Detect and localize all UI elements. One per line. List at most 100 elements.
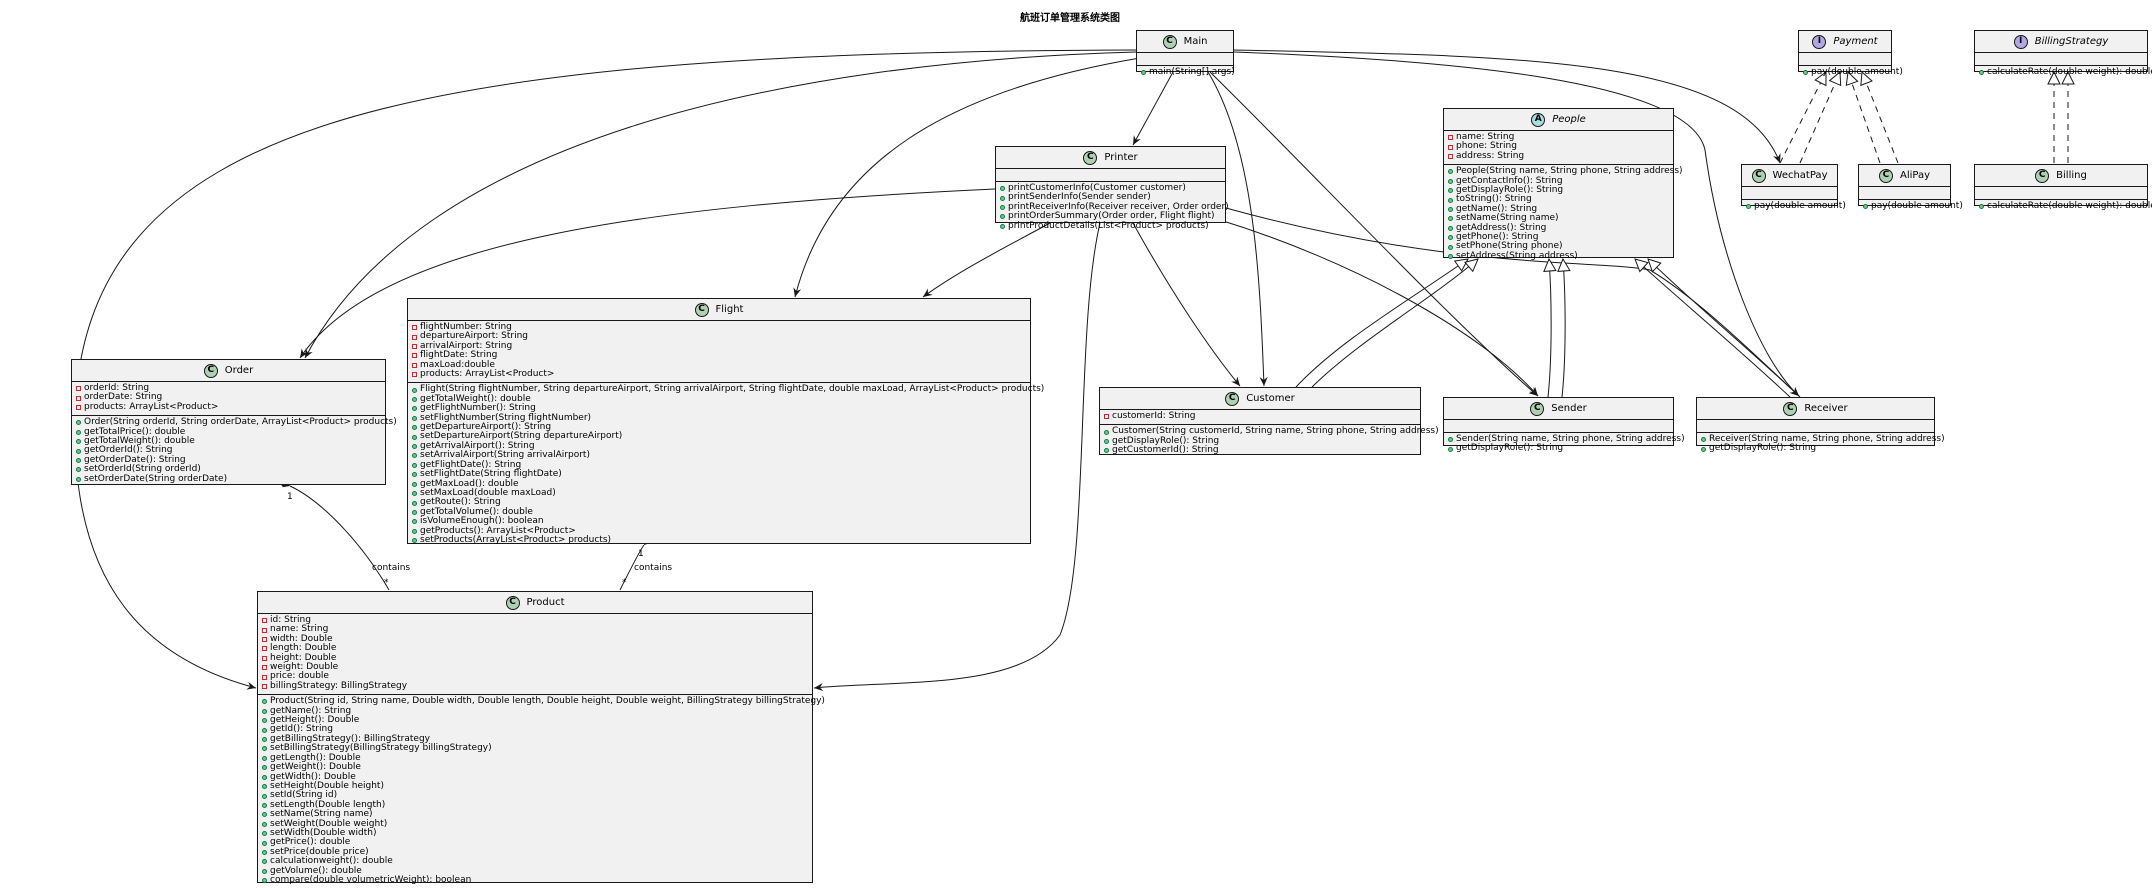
class-name: Product [526,597,565,608]
class-header: C Product [258,592,812,614]
class-order[interactable]: C Order orderId: String orderDate: String pr… [71,359,397,487]
abstract-class-badge-icon: A [1531,112,1546,127]
public-visibility-icon [262,737,267,743]
public-visibility-icon [1803,70,1808,76]
method-row: setProducts(ArrayList<Product> products) [412,534,1026,545]
private-visibility-icon [262,618,267,624]
class-sender[interactable]: C Sender Sender(String name, String phone,… [1443,397,1685,453]
class-badge-icon: C [1530,401,1545,416]
field-text: customerId: String [1112,411,1196,421]
multiplicity-part: * [384,578,389,588]
public-visibility-icon [262,708,267,714]
fields-section: customerId: String [1100,410,1420,426]
public-visibility-icon [76,467,81,473]
methods-section: calculateRate(double weight): double [1975,200,2152,214]
class-badge-icon: C [694,302,709,317]
class-customer[interactable]: C Customer customerId: String Customer(Stri… [1099,387,1439,458]
field-row: weight: Double [262,662,808,672]
method-row: main(String[] args) [1141,67,1235,77]
private-visibility-icon [262,646,267,652]
public-visibility-icon [262,831,267,837]
public-visibility-icon [412,453,417,459]
method-text: setProducts(ArrayList<Product> products) [420,534,612,545]
method-text: pay(double amount) [1754,201,1846,211]
class-name: Order [224,365,254,376]
public-visibility-icon [262,774,267,780]
method-row: setHeight(Double height) [262,781,808,791]
class-header: I BillingStrategy [1975,31,2147,53]
public-visibility-icon [76,439,81,445]
public-visibility-icon [1746,204,1751,210]
public-visibility-icon [262,765,267,771]
diagram-title: 航班订单管理系统类图 [1020,13,1120,24]
methods-section: Customer(String customerId, String name,… [1100,425,1439,458]
fields-section: orderId: String orderDate: String products… [72,382,385,417]
dependency-edge-main-printer [1132,71,1174,146]
public-visibility-icon [262,812,267,818]
public-visibility-icon [1141,70,1146,76]
class-header: C Printer [996,147,1225,169]
class-product[interactable]: C Product id: String name: String width: Dou… [257,591,825,885]
class-badge-icon: C [1783,401,1798,416]
class-alipay[interactable]: C AliPay pay(double amount) [1858,164,1963,211]
methods-section: Product(String id, String name, Double w… [258,695,825,888]
interface-badge-icon: I [1812,34,1827,49]
inheritance-edge-sender-people [1548,259,1551,398]
class-payment[interactable]: I Payment pay(double amount) [1798,30,1903,77]
public-visibility-icon [412,509,417,515]
public-visibility-icon [1448,244,1453,250]
methods-section: Sender(String name, String phone, String… [1444,433,1685,457]
class-wechatpay[interactable]: C WechatPay pay(double amount) [1741,164,1846,211]
class-printer[interactable]: C Printer printCustomerInfo(Customer custo… [995,146,1229,231]
multiplicity-part: * [622,578,627,588]
public-visibility-icon [1448,188,1453,194]
composition-edge-order-product [278,479,390,591]
method-text: setOrderDate(String orderDate) [84,473,228,484]
class-billingstrategy[interactable]: I BillingStrategy calculateRate(double wei… [1974,30,2152,77]
public-visibility-icon [262,793,267,799]
methods-section: printCustomerInfo(Customer customer) prin… [996,182,1229,234]
class-billing[interactable]: C Billing calculateRate(double weight): do… [1974,164,2152,211]
public-visibility-icon [1448,197,1453,203]
method-text: main(String[] args) [1149,67,1235,77]
methods-section: Flight(String flightNumber, String depar… [408,383,1044,548]
class-receiver[interactable]: C Receiver Receiver(String name, String ph… [1696,397,1945,453]
fields-section [1799,53,1891,66]
method-row: getCustomerId(): String [1104,445,1416,455]
public-visibility-icon [1000,223,1005,229]
public-visibility-icon [262,755,267,761]
inheritance-edge-customer-people [1295,259,1468,388]
public-visibility-icon [412,481,417,487]
public-visibility-icon [1448,254,1453,260]
public-visibility-icon [412,415,417,421]
private-visibility-icon [1104,414,1109,420]
class-name: Sender [1551,403,1587,414]
public-visibility-icon [1701,446,1706,452]
private-visibility-icon [262,674,267,680]
fields-section [1444,420,1673,433]
inheritance-edge-receiver-people [1648,259,1801,398]
class-people[interactable]: A People name: String phone: String address:… [1443,108,1683,261]
public-visibility-icon [262,727,267,733]
class-flight[interactable]: C Flight flightNumber: String departureAirp… [407,298,1044,545]
field-row: width: Double [262,634,808,644]
public-visibility-icon [262,840,267,846]
public-visibility-icon [1000,205,1005,211]
public-visibility-icon [1104,448,1109,454]
class-name: People [1552,114,1586,125]
methods-section: pay(double amount) [1742,200,1846,214]
private-visibility-icon [1448,144,1453,150]
private-visibility-icon [412,353,417,359]
class-name: Main [1183,36,1208,47]
class-name: Payment [1833,36,1878,47]
class-main[interactable]: C Main main(String[] args) [1136,30,1235,77]
field-text: billingStrategy: BillingStrategy [270,680,408,691]
methods-section: Order(String orderId, String orderDate, … [72,416,397,487]
class-badge-icon: C [1083,150,1098,165]
private-visibility-icon [76,395,81,401]
field-text: address: String [1456,150,1525,161]
method-row: calculateRate(double weight): double [1979,67,2152,77]
fields-section [1975,53,2147,66]
methods-section: main(String[] args) [1137,66,1235,80]
public-visibility-icon [1000,186,1005,192]
